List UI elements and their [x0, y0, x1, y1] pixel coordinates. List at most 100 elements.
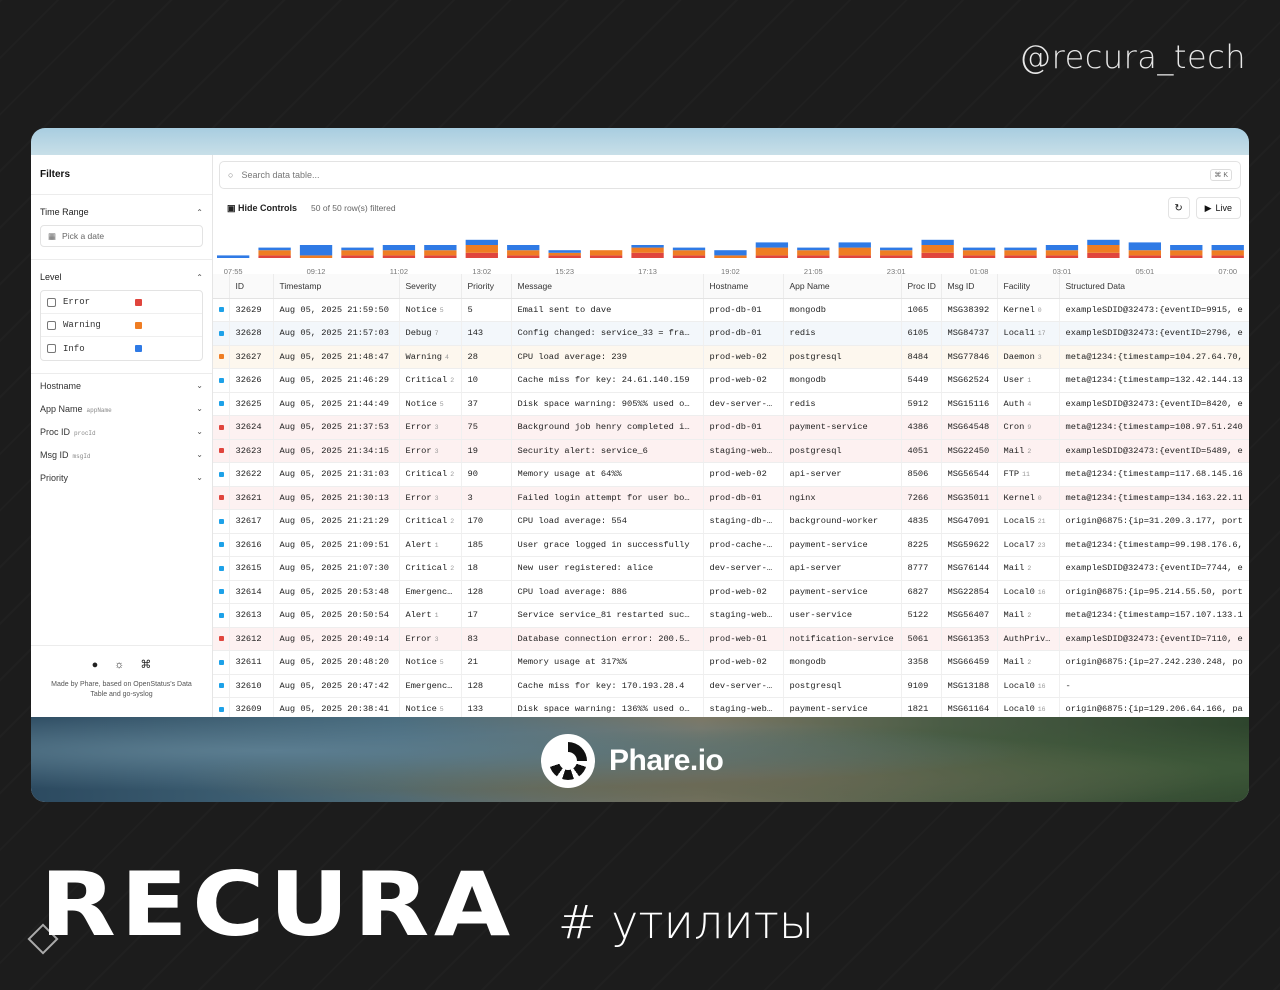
table-row[interactable]: 32611 Aug 05, 2025 20:48:20 Notice 5 21 Memor… [213, 650, 1249, 675]
chart-bar-blue[interactable] [714, 250, 747, 256]
column-header-structured-data[interactable]: Structured Data [1059, 274, 1249, 299]
level-option-info[interactable]: Info [41, 337, 202, 360]
chart-bar-orange[interactable] [1211, 250, 1244, 256]
chart-bar-red[interactable] [755, 255, 789, 258]
chart-bar-blue[interactable] [341, 247, 374, 251]
chart-bar-orange[interactable] [1087, 245, 1120, 253]
chart-bar-orange[interactable] [299, 255, 333, 258]
chart-bar-red[interactable] [341, 255, 374, 258]
chart-bar-blue[interactable] [921, 239, 954, 245]
table-row[interactable]: 32614 Aug 05, 2025 20:53:48 Emergency 0 128 C… [213, 580, 1249, 604]
chart-bar-blue[interactable] [672, 247, 706, 251]
table-row[interactable]: 32629 Aug 05, 2025 21:59:50 Notice 5 5 Email … [213, 298, 1249, 322]
chart-bar-orange[interactable] [1170, 250, 1203, 256]
date-picker-input[interactable]: ▦ Pick a date [40, 225, 203, 247]
chart-bar-blue[interactable] [880, 247, 913, 251]
chart-bar-red[interactable] [672, 255, 706, 258]
chart-bar-blue[interactable] [1211, 245, 1244, 251]
chart-bar-orange[interactable] [548, 252, 581, 256]
chart-bar-blue[interactable] [631, 245, 664, 248]
chart-bar-orange[interactable] [962, 250, 996, 256]
chart-bar-orange[interactable] [507, 250, 540, 256]
chart-bar-red[interactable] [962, 255, 996, 258]
table-row[interactable]: 32617 Aug 05, 2025 21:21:29 Critical 2 170 CP… [213, 509, 1249, 534]
chart-bar-orange[interactable] [424, 250, 457, 256]
checkbox[interactable] [47, 297, 56, 307]
table-row[interactable]: 32623 Aug 05, 2025 21:34:15 Error 3 19 Securi… [213, 439, 1249, 463]
chart-bar-red[interactable] [258, 255, 291, 258]
live-button[interactable]: ▶ Live [1195, 197, 1241, 219]
facet-app-name[interactable]: App Name appName ⌄ [40, 397, 203, 420]
chart-bar-red[interactable] [1128, 255, 1162, 258]
theme-toggle-icon[interactable]: ☼ [114, 660, 124, 671]
column-header-message[interactable]: Message [511, 274, 704, 299]
chart-bar-blue[interactable] [507, 245, 540, 251]
table-row[interactable]: 32624 Aug 05, 2025 21:37:53 Error 3 75 Backgr… [213, 415, 1249, 440]
chart-bar-blue[interactable] [1087, 239, 1120, 245]
facet-msg-id[interactable]: Msg ID msgId ⌄ [40, 443, 203, 466]
table-row[interactable]: 32610 Aug 05, 2025 20:47:42 Emergency 0 128 C… [213, 674, 1249, 698]
chart-bar-blue[interactable] [548, 250, 581, 253]
chart-bar-red[interactable] [1004, 255, 1037, 258]
chart-bar-red[interactable] [921, 252, 954, 258]
chart-bar-orange[interactable] [880, 250, 913, 256]
chart-bar-blue[interactable] [1045, 245, 1079, 251]
chart-bar-red[interactable] [797, 255, 830, 258]
chart-bar-orange[interactable] [382, 250, 416, 256]
column-header-facility[interactable]: Facility [997, 274, 1060, 299]
time-range-header[interactable]: Time Range ⌃ [40, 201, 203, 223]
chart-bar-blue[interactable] [382, 245, 416, 251]
chart-bar-red[interactable] [1045, 255, 1079, 258]
table-row[interactable]: 32625 Aug 05, 2025 21:44:49 Notice 5 37 Disk … [213, 392, 1249, 416]
facet-proc-id[interactable]: Proc ID procId ⌄ [40, 420, 203, 443]
chart-bar-blue[interactable] [258, 247, 291, 251]
chart-bar-orange[interactable] [838, 247, 871, 256]
chart-bar-orange[interactable] [589, 250, 623, 256]
level-option-warning[interactable]: Warning [41, 314, 202, 337]
chart-bar-blue[interactable] [217, 255, 250, 258]
chart-bar-orange[interactable] [672, 250, 706, 256]
search-input[interactable]: ○ Search data table... ⌘ K [219, 161, 1241, 189]
column-header-timestamp[interactable]: Timestamp [273, 274, 400, 299]
chart-bar-red[interactable] [1087, 252, 1120, 258]
chart-bar-orange[interactable] [714, 255, 747, 258]
chart-bar-red[interactable] [1170, 255, 1203, 258]
chart-bar-red[interactable] [507, 255, 540, 258]
table-row[interactable]: 32615 Aug 05, 2025 21:07:30 Critical 2 18 New… [213, 556, 1249, 581]
table-row[interactable]: 32616 Aug 05, 2025 21:09:51 Alert 1 185 User … [213, 533, 1249, 557]
chart-bar-red[interactable] [465, 252, 498, 258]
table-row[interactable]: 32609 Aug 05, 2025 20:38:41 Notice 5 133 Disk… [213, 697, 1249, 717]
column-header-app-name[interactable]: App Name [783, 274, 902, 299]
table-row[interactable]: 32621 Aug 05, 2025 21:30:13 Error 3 3 Failed … [213, 486, 1249, 510]
chart-bar-blue[interactable] [755, 242, 789, 248]
table-row[interactable]: 32622 Aug 05, 2025 21:31:03 Critical 2 90 Mem… [213, 462, 1249, 487]
hide-controls-button[interactable]: ▣ Hide Controls [227, 203, 297, 214]
chart-bar-blue[interactable] [1170, 245, 1203, 251]
chart-bar-orange[interactable] [341, 250, 374, 256]
chart-bar-blue[interactable] [797, 247, 830, 251]
column-header-msg-id[interactable]: Msg ID [941, 274, 998, 299]
chart-bar-red[interactable] [631, 252, 664, 258]
chart-bar-orange[interactable] [258, 250, 291, 256]
chart-bar-red[interactable] [548, 255, 581, 258]
chart-bar-blue[interactable] [299, 245, 333, 256]
chart-bar-blue[interactable] [424, 245, 457, 251]
table-row[interactable]: 32612 Aug 05, 2025 20:49:14 Error 3 83 Databa… [213, 627, 1249, 651]
chart-bar-blue[interactable] [465, 239, 498, 245]
chart-bar-blue[interactable] [1004, 247, 1037, 251]
chart-bar-orange[interactable] [631, 247, 664, 253]
level-option-error[interactable]: Error [41, 291, 202, 314]
chart-bar-red[interactable] [880, 255, 913, 258]
level-header[interactable]: Level ⌃ [40, 266, 203, 288]
column-header-severity[interactable]: Severity [399, 274, 462, 299]
chart-bar-red[interactable] [424, 255, 457, 258]
column-header-id[interactable]: ID [229, 274, 274, 299]
chart-bar-red[interactable] [838, 255, 871, 258]
column-header-proc-id[interactable]: Proc ID [901, 274, 942, 299]
chart-bar-orange[interactable] [1045, 250, 1079, 256]
table-row[interactable]: 32628 Aug 05, 2025 21:57:03 Debug 7 143 Confi… [213, 321, 1249, 346]
chart-bar-red[interactable] [382, 255, 416, 258]
chart-bar-blue[interactable] [962, 247, 996, 251]
chart-bar-red[interactable] [1211, 255, 1244, 258]
refresh-button[interactable]: ↻ [1167, 197, 1190, 219]
